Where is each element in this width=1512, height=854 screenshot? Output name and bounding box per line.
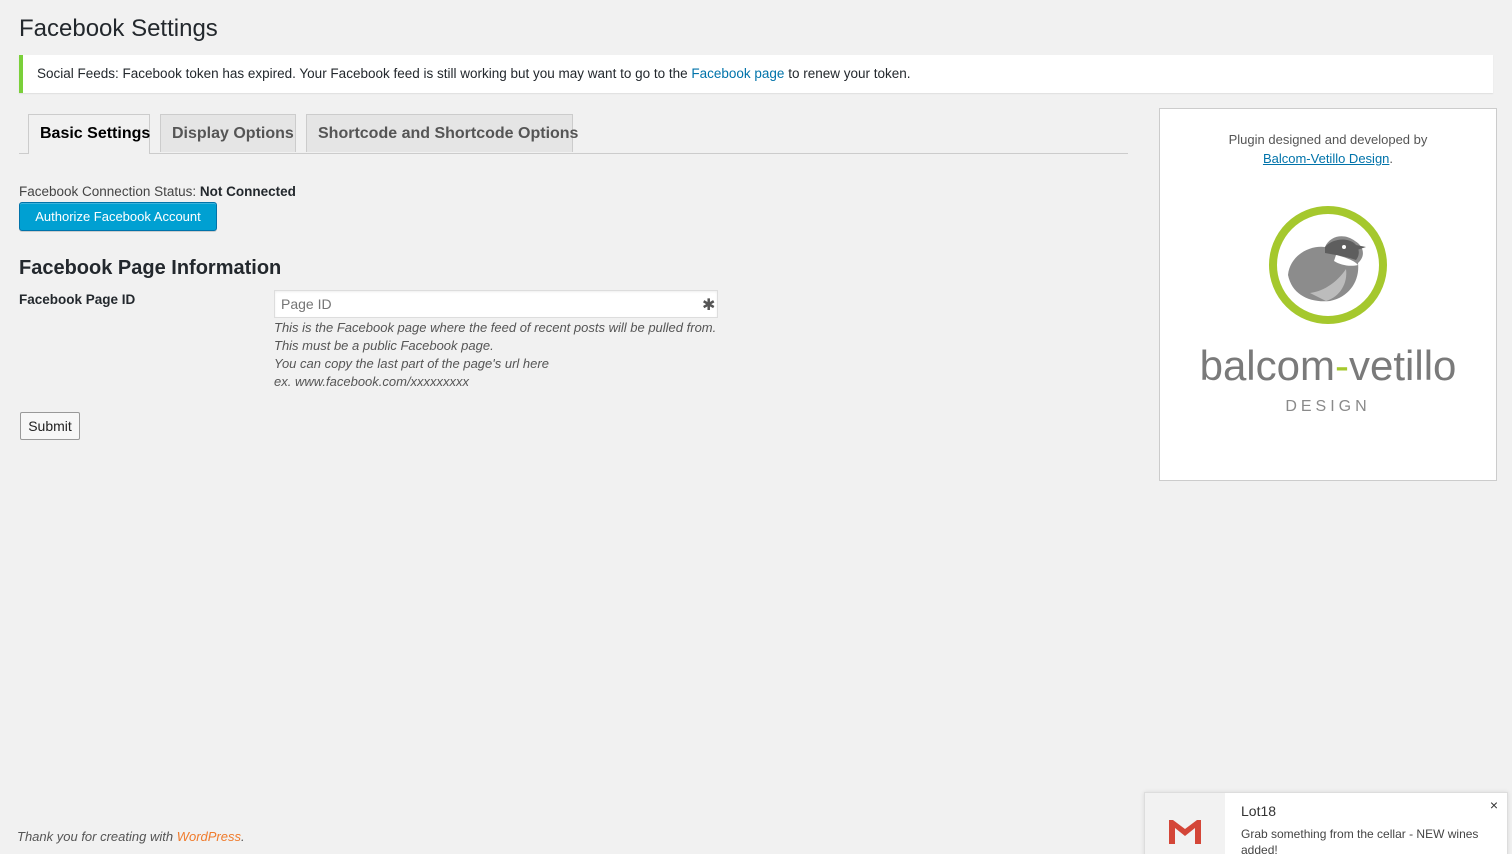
notification-body: Grab something from the cellar - NEW win… bbox=[1241, 827, 1479, 854]
notice-text: Social Feeds: Facebook token has expired… bbox=[37, 66, 692, 81]
submit-button[interactable]: Submit bbox=[20, 412, 80, 440]
notification-title: Lot18 bbox=[1241, 803, 1277, 819]
credit-period: . bbox=[1389, 151, 1394, 166]
developer-logo[interactable]: balcom-vetillo DESIGN bbox=[1160, 205, 1496, 425]
page-title: Facebook Settings bbox=[19, 15, 218, 42]
page-id-help: This is the Facebook page where the feed… bbox=[274, 319, 716, 391]
wordpress-link[interactable]: WordPress bbox=[177, 829, 241, 844]
footer-period: . bbox=[241, 829, 245, 844]
page-info-heading: Facebook Page Information bbox=[19, 257, 282, 279]
page-id-input[interactable] bbox=[274, 290, 718, 318]
asterisk-icon: ✱ bbox=[702, 297, 716, 314]
connection-status-value: Not Connected bbox=[199, 184, 296, 199]
gmail-icon bbox=[1167, 818, 1203, 844]
connection-status-label: Facebook Connection Status: bbox=[19, 184, 200, 199]
plugin-credit: Plugin designed and developed by Balcom-… bbox=[1160, 130, 1496, 168]
developer-link[interactable]: Balcom-Vetillo Design bbox=[1263, 151, 1389, 166]
logo-subtitle: DESIGN bbox=[1285, 398, 1370, 415]
admin-footer: Thank you for creating with WordPress. bbox=[17, 829, 245, 844]
settings-tabs: Basic Settings Display Options Shortcode… bbox=[19, 114, 1128, 154]
page-id-label: Facebook Page ID bbox=[19, 292, 136, 307]
tab-basic-settings[interactable]: Basic Settings bbox=[28, 114, 150, 154]
bird-logo-icon: balcom-vetillo DESIGN bbox=[1200, 206, 1457, 415]
authorize-facebook-button[interactable]: Authorize Facebook Account bbox=[19, 202, 217, 231]
notice-facebook-page-link[interactable]: Facebook page bbox=[691, 66, 784, 81]
logo-word-left: balcom bbox=[1200, 342, 1335, 389]
help-line: This must be a public Facebook page. bbox=[274, 338, 494, 353]
plugin-credit-box: Plugin designed and developed by Balcom-… bbox=[1159, 108, 1497, 481]
close-icon[interactable]: × bbox=[1490, 797, 1498, 813]
logo-word-dash: - bbox=[1335, 342, 1349, 389]
connection-status: Facebook Connection Status: Not Connecte… bbox=[19, 184, 296, 199]
help-line: You can copy the last part of the page's… bbox=[274, 356, 549, 371]
expired-token-notice: Social Feeds: Facebook token has expired… bbox=[19, 55, 1493, 93]
svg-text:balcom-vetillo: balcom-vetillo bbox=[1200, 342, 1457, 389]
tab-display-options[interactable]: Display Options bbox=[160, 114, 296, 152]
notification-icon-area bbox=[1145, 793, 1225, 854]
logo-word-right: vetillo bbox=[1349, 342, 1456, 389]
tab-shortcode-options[interactable]: Shortcode and Shortcode Options bbox=[306, 114, 578, 152]
notice-text-end: to renew your token. bbox=[784, 66, 911, 81]
credit-text: Plugin designed and developed by bbox=[1228, 132, 1428, 147]
help-line: ex. www.facebook.com/xxxxxxxxx bbox=[274, 374, 470, 389]
help-line: This is the Facebook page where the feed… bbox=[274, 320, 717, 335]
footer-text: Thank you for creating with bbox=[17, 829, 177, 844]
gmail-notification[interactable]: Lot18 Grab something from the cellar - N… bbox=[1144, 792, 1508, 854]
